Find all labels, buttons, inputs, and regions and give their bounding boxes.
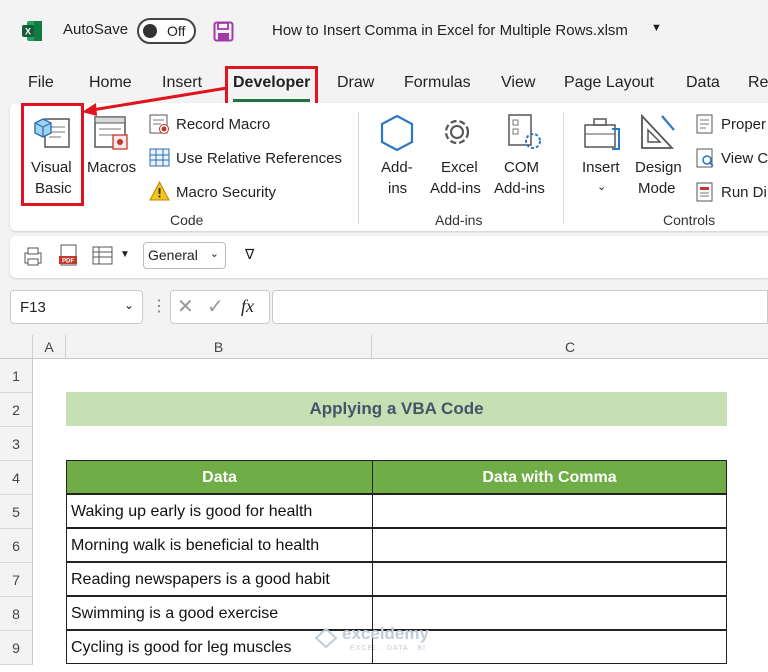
insert-control-label[interactable]: Insert xyxy=(582,159,620,176)
design-mode-label-2[interactable]: Mode xyxy=(638,180,676,197)
tab-review[interactable]: Re xyxy=(748,74,768,92)
title-bar: X AutoSave Off How to Insert Comma in Ex… xyxy=(0,0,768,62)
group-separator xyxy=(358,112,359,224)
column-header-b[interactable]: B xyxy=(66,335,372,359)
view-code-label[interactable]: View C xyxy=(721,150,768,167)
column-header-a[interactable]: A xyxy=(33,335,66,359)
developer-highlight-box xyxy=(225,66,318,106)
visual-basic-highlight-box xyxy=(21,103,84,206)
pdf-icon[interactable]: PDF xyxy=(58,244,80,268)
table-cell[interactable] xyxy=(372,528,727,562)
tab-draw[interactable]: Draw xyxy=(337,74,374,92)
save-icon[interactable] xyxy=(213,21,234,42)
watermark: exceldemy xyxy=(342,624,429,643)
number-format-value: General xyxy=(148,247,198,263)
row-header[interactable]: 6 xyxy=(0,529,33,563)
autosave-toggle[interactable]: Off xyxy=(137,18,196,44)
run-dialog-icon xyxy=(696,182,713,202)
file-name[interactable]: How to Insert Comma in Excel for Multipl… xyxy=(272,22,628,39)
table-cell[interactable] xyxy=(372,494,727,528)
run-dialog-label[interactable]: Run Di xyxy=(721,184,767,201)
svg-text:PDF: PDF xyxy=(62,259,74,265)
exceldemy-logo-icon xyxy=(314,627,338,649)
macros-label[interactable]: Macros xyxy=(87,159,136,176)
name-box[interactable]: F13 ⌄ xyxy=(10,290,143,324)
table-header-data-with-comma[interactable]: Data with Comma xyxy=(372,460,727,494)
row-header[interactable]: 8 xyxy=(0,597,33,631)
table-cell[interactable]: Swimming is a good exercise xyxy=(66,596,373,630)
row-header[interactable]: 1 xyxy=(0,359,33,393)
properties-label[interactable]: Proper xyxy=(721,116,766,133)
tab-formulas[interactable]: Formulas xyxy=(404,74,471,92)
red-arrow-annotation xyxy=(82,86,228,116)
add-ins-label-1[interactable]: Add- xyxy=(381,159,413,176)
group-separator xyxy=(563,112,564,224)
table-format-icon[interactable] xyxy=(92,246,114,266)
select-all-corner[interactable] xyxy=(0,335,33,359)
chevron-down-icon[interactable]: ▼ xyxy=(651,22,662,34)
name-box-value: F13 xyxy=(20,299,46,316)
check-icon[interactable]: ✓ xyxy=(207,294,224,319)
relative-references-icon xyxy=(149,148,170,167)
row-header[interactable]: 5 xyxy=(0,495,33,529)
watermark-tagline: EXCEL · DATA · BI xyxy=(350,645,426,652)
column-header-c[interactable]: C xyxy=(372,335,768,359)
number-format-select[interactable]: General ⌄ xyxy=(143,242,226,269)
design-mode-icon xyxy=(641,113,675,149)
table-cell[interactable] xyxy=(372,562,727,596)
chevron-down-icon[interactable]: ⌄ xyxy=(597,180,606,193)
chevron-down-icon[interactable]: ▼ xyxy=(120,249,130,260)
function-icon[interactable]: fx xyxy=(241,296,254,317)
properties-icon xyxy=(696,114,713,134)
row-header[interactable]: 2 xyxy=(0,393,33,427)
com-add-ins-label-2[interactable]: Add-ins xyxy=(494,180,545,197)
chevron-down-icon: ⌄ xyxy=(123,298,134,312)
view-code-icon xyxy=(696,148,714,168)
cancel-icon[interactable]: ✕ xyxy=(177,294,194,319)
controls-group-label: Controls xyxy=(663,212,716,228)
title-cell[interactable]: Applying a VBA Code xyxy=(66,392,727,426)
table-cell[interactable]: Morning walk is beneficial to health xyxy=(66,528,373,562)
table-cell[interactable]: Reading newspapers is a good habit xyxy=(66,562,373,596)
tab-page-layout[interactable]: Page Layout xyxy=(564,74,654,92)
com-add-ins-icon xyxy=(508,114,541,149)
chevron-down-icon: ⌄ xyxy=(209,248,219,260)
table-header-data[interactable]: Data xyxy=(66,460,373,494)
toolbox-icon xyxy=(584,118,620,150)
design-mode-label-1[interactable]: Design xyxy=(635,159,682,176)
tab-data[interactable]: Data xyxy=(686,74,720,92)
code-group-label: Code xyxy=(170,212,204,228)
more-options-icon[interactable]: ⋮ xyxy=(151,296,167,316)
row-header[interactable]: 7 xyxy=(0,563,33,597)
record-macro-label[interactable]: Record Macro xyxy=(176,116,270,133)
toggle-knob xyxy=(143,24,157,38)
excel-add-ins-label-1[interactable]: Excel xyxy=(441,159,478,176)
add-ins-label-2[interactable]: ins xyxy=(388,180,407,197)
print-preview-icon[interactable] xyxy=(22,245,44,267)
row-header[interactable]: 3 xyxy=(0,427,33,461)
excel-window: X AutoSave Off How to Insert Comma in Ex… xyxy=(0,0,768,672)
customize-toolbar-icon[interactable]: ∇ xyxy=(245,246,254,263)
macro-security-label[interactable]: Macro Security xyxy=(176,184,276,201)
add-ins-group-label: Add-ins xyxy=(435,212,483,228)
excel-add-ins-label-2[interactable]: Add-ins xyxy=(430,180,481,197)
gear-icon xyxy=(444,119,470,145)
excel-logo-icon: X xyxy=(22,21,42,41)
formula-input[interactable] xyxy=(272,290,768,324)
add-ins-icon xyxy=(380,114,414,152)
use-relative-references-label[interactable]: Use Relative References xyxy=(176,150,342,167)
com-add-ins-label-1[interactable]: COM xyxy=(504,159,539,176)
table-cell[interactable]: Waking up early is good for health xyxy=(66,494,373,528)
macros-icon xyxy=(94,116,128,150)
autosave-state: Off xyxy=(167,23,186,39)
tab-file[interactable]: File xyxy=(28,74,54,92)
tab-view[interactable]: View xyxy=(501,74,535,92)
formula-buttons: ✕ ✓ fx xyxy=(170,290,270,324)
row-header[interactable]: 4 xyxy=(0,461,33,495)
svg-text:X: X xyxy=(25,27,31,37)
row-header[interactable]: 9 xyxy=(0,631,33,665)
autosave-label: AutoSave xyxy=(63,21,129,38)
warning-icon xyxy=(149,181,170,201)
